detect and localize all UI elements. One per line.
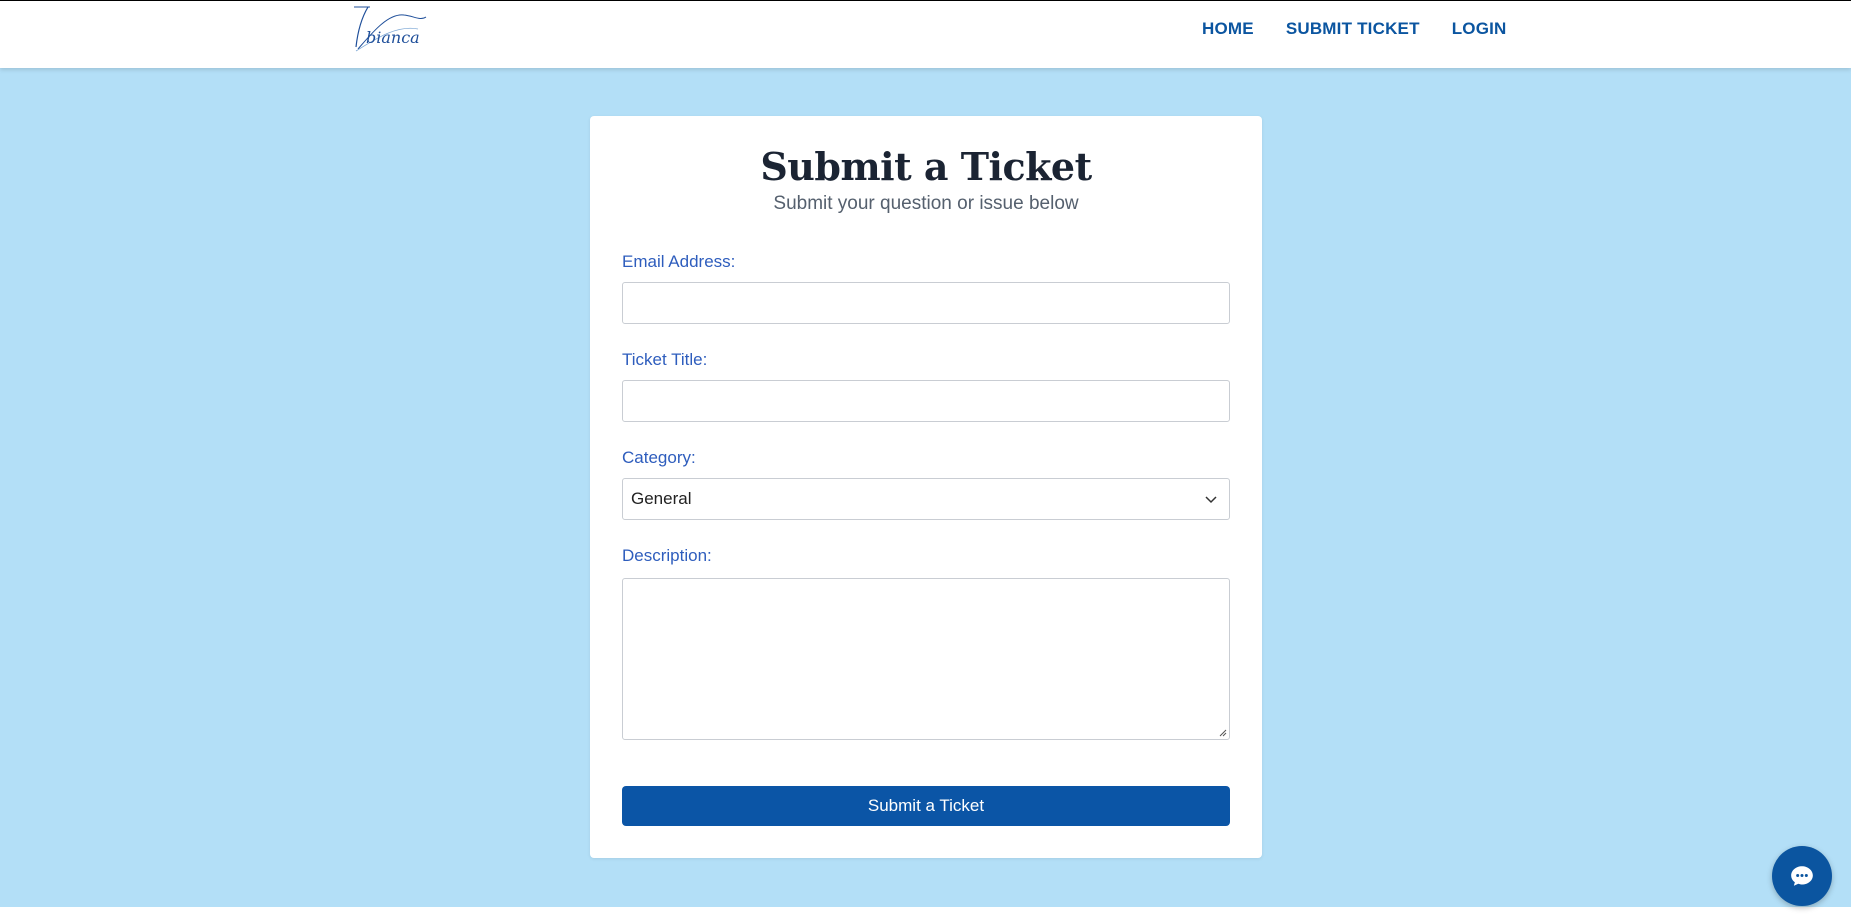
chat-bubble-icon bbox=[1791, 866, 1813, 886]
email-field[interactable] bbox=[622, 282, 1230, 324]
ticket-form-card: Submit a Ticket Submit your question or … bbox=[590, 116, 1262, 858]
email-label: Email Address: bbox=[622, 252, 736, 271]
resize-grip-icon[interactable] bbox=[1217, 727, 1227, 737]
page-subtitle: Submit your question or issue below bbox=[773, 193, 1079, 214]
logo-text: bianca bbox=[366, 28, 420, 47]
description-label: Description: bbox=[622, 546, 712, 565]
chat-launcher-button[interactable] bbox=[1772, 846, 1832, 906]
ticket-title-label: Ticket Title: bbox=[622, 350, 708, 369]
nav-home-link[interactable]: HOME bbox=[1202, 19, 1254, 39]
category-label: Category: bbox=[622, 448, 696, 467]
main-content: Submit a Ticket Submit your question or … bbox=[0, 68, 1851, 907]
logo-swoosh-icon: bianca bbox=[354, 6, 427, 52]
submit-ticket-button[interactable]: Submit a Ticket bbox=[622, 786, 1230, 826]
chevron-down-icon bbox=[1205, 496, 1217, 504]
ticket-title-field[interactable] bbox=[622, 380, 1230, 422]
main-nav: HOME SUBMIT TICKET LOGIN bbox=[1202, 19, 1507, 39]
nav-login-link[interactable]: LOGIN bbox=[1452, 19, 1507, 39]
page-footer bbox=[0, 907, 1851, 919]
category-selected-value: General bbox=[631, 489, 692, 508]
brand-logo[interactable]: bianca bbox=[348, 3, 428, 55]
page-title: Submit a Ticket bbox=[760, 144, 1092, 189]
description-textarea[interactable] bbox=[622, 578, 1230, 740]
category-select[interactable]: General bbox=[622, 478, 1230, 520]
nav-submit-ticket-link[interactable]: SUBMIT TICKET bbox=[1286, 19, 1420, 39]
site-header: bianca HOME SUBMIT TICKET LOGIN bbox=[0, 1, 1851, 68]
